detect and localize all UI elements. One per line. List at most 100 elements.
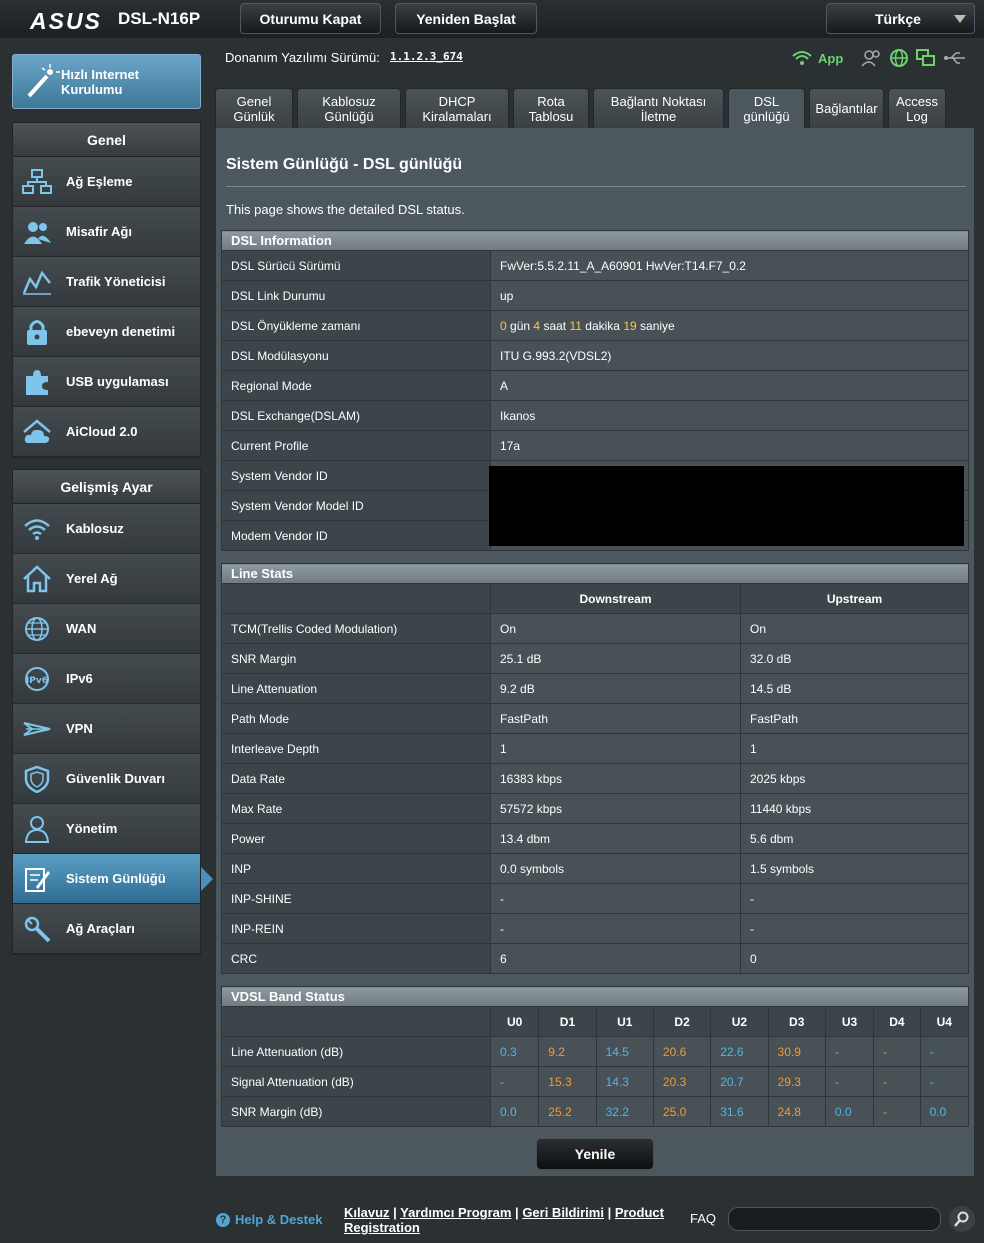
tab-wireless-log[interactable]: Kablosuz Günlüğü	[297, 88, 401, 128]
question-icon: ?	[216, 1212, 230, 1227]
sidebar-item-parental-control[interactable]: ebeveyn denetimi	[13, 307, 200, 357]
tab-dhcp-leases[interactable]: DHCP Kiralamaları	[405, 88, 509, 128]
row-value: A	[490, 370, 969, 401]
uptime-hours-unit: saat	[543, 318, 567, 333]
sidebar-item-wan[interactable]: WAN	[13, 604, 200, 654]
column-header-downstream: Downstream	[490, 583, 741, 614]
feedback-link[interactable]: Geri Bildirimi	[522, 1205, 604, 1220]
sidebar-item-network-tools[interactable]: Ağ Araçları	[13, 904, 200, 954]
sidebar-item-label: Sistem Günlüğü	[66, 871, 166, 886]
tab-general-log[interactable]: Genel Günlük	[215, 88, 293, 128]
row-value: ITU G.993.2(VDSL2)	[490, 340, 969, 371]
admin-icon	[22, 814, 52, 844]
table-row: CRC 6 0	[221, 943, 970, 974]
ipv6-icon: IPv6	[22, 664, 52, 694]
tab-label: Access Log	[896, 93, 938, 124]
row-value-up: -	[739, 913, 970, 944]
column-header-upstream: Upstream	[739, 583, 970, 614]
page-description: This page shows the detailed DSL status.	[226, 202, 465, 217]
row-value: FwVer:5.5.2.11_A_A60901 HwVer:T14.F7_0.2	[490, 250, 969, 281]
row-key: DSL Sürücü Sürümü	[221, 250, 491, 281]
manual-link[interactable]: Kılavuz	[344, 1205, 390, 1220]
row-key: Current Profile	[221, 430, 491, 461]
row-value-down: 0.0 symbols	[490, 853, 741, 884]
tab-routing-table[interactable]: Rota Tablosu	[513, 88, 589, 128]
sidebar-item-aicloud[interactable]: AiCloud 2.0	[13, 407, 200, 457]
row-value-down: 16383 kbps	[490, 763, 741, 794]
band-value-d2: 20.3	[652, 1066, 712, 1097]
tab-label: Bağlantılar	[815, 101, 878, 116]
puzzle-icon	[22, 367, 52, 397]
band-value-d2: 25.0	[652, 1096, 712, 1127]
app-link[interactable]: App	[818, 51, 843, 66]
band-header-u1: U1	[595, 1006, 654, 1037]
tab-access-log[interactable]: Access Log	[888, 88, 946, 128]
sidebar-item-label: Ağ Araçları	[66, 921, 135, 936]
row-value-up: 1.5 symbols	[739, 853, 970, 884]
internet-globe-icon[interactable]	[889, 48, 909, 68]
sidebar-item-label: VPN	[66, 721, 93, 736]
tab-label: Bağlantı Noktası İletme	[610, 93, 707, 124]
band-value-d1: 15.3	[538, 1066, 597, 1097]
title-divider	[226, 186, 966, 187]
table-header-row: Downstream Upstream	[221, 583, 970, 614]
refresh-button[interactable]: Yenile	[536, 1138, 654, 1170]
uptime-hours: 4	[533, 318, 541, 333]
help-support-label: ? Help & Destek	[216, 1212, 322, 1227]
table-row: Regional Mode A	[221, 370, 969, 401]
row-key: DSL Önyükleme zamanı	[221, 310, 491, 341]
wifi-icon[interactable]	[792, 50, 812, 66]
firmware-version-link[interactable]: 1.1.2.3_674	[390, 50, 463, 63]
sidebar-item-guest-network[interactable]: Misafir Ağı	[13, 207, 200, 257]
sidebar-item-vpn[interactable]: VPN	[13, 704, 200, 754]
band-header-u0: U0	[489, 1006, 540, 1037]
page-title: Sistem Günlüğü - DSL günlüğü	[226, 156, 463, 173]
sidebar-item-system-log[interactable]: Sistem Günlüğü	[13, 854, 213, 904]
language-select[interactable]: Türkçe	[826, 3, 975, 34]
chevron-down-icon	[954, 15, 966, 23]
sidebar-item-label: Misafir Ağı	[66, 224, 132, 239]
row-value-down: FastPath	[490, 703, 741, 734]
sidebar-item-wireless[interactable]: Kablosuz	[13, 504, 200, 554]
row-value: 17a	[490, 430, 969, 461]
empty-header	[221, 1006, 491, 1037]
row-key: System Vendor ID	[221, 460, 491, 491]
tab-dsl-log[interactable]: DSL günlüğü	[728, 88, 805, 128]
sidebar-item-lan[interactable]: Yerel Ağ	[13, 554, 200, 604]
redaction-box	[489, 466, 964, 546]
reboot-button[interactable]: Yeniden Başlat	[395, 3, 537, 34]
usb-icon[interactable]	[943, 50, 967, 66]
search-icon	[954, 1211, 969, 1227]
row-key: SNR Margin	[221, 643, 491, 674]
menu-head-advanced: Gelişmiş Ayar	[13, 470, 200, 504]
sidebar-item-usb-application[interactable]: USB uygulaması	[13, 357, 200, 407]
utility-link[interactable]: Yardımcı Program	[400, 1205, 511, 1220]
row-value-down: 1	[490, 733, 741, 764]
menu-head-general: Genel	[13, 123, 200, 157]
sidebar-item-administration[interactable]: Yönetim	[13, 804, 200, 854]
tab-label: DHCP Kiralamaları	[422, 93, 492, 124]
logout-button[interactable]: Oturumu Kapat	[240, 3, 381, 34]
table-row: Data Rate 16383 kbps 2025 kbps	[221, 763, 970, 794]
sidebar-item-traffic-manager[interactable]: Trafik Yöneticisi	[13, 257, 200, 307]
quick-internet-setup-button[interactable]: Hızlı Internet Kurulumu	[12, 54, 201, 109]
row-key: Interleave Depth	[221, 733, 491, 764]
row-value-down: 57572 kbps	[490, 793, 741, 824]
clients-icon[interactable]	[861, 49, 883, 67]
tab-connections[interactable]: Bağlantılar	[809, 88, 884, 128]
sidebar-item-firewall[interactable]: Güvenlik Duvarı	[13, 754, 200, 804]
sidebar-item-label: Kablosuz	[66, 521, 124, 536]
row-key: DSL Exchange(DSLAM)	[221, 400, 491, 431]
band-value-d3: 29.3	[767, 1066, 826, 1097]
sidebar-item-label: Ağ Eşleme	[66, 174, 133, 189]
faq-search-input[interactable]	[728, 1207, 941, 1231]
faq-search-button[interactable]	[949, 1206, 975, 1232]
row-value-up: -	[739, 883, 970, 914]
row-value-up: 2025 kbps	[739, 763, 970, 794]
sidebar-item-network-map[interactable]: Ağ Eşleme	[13, 157, 200, 207]
table-row: Path Mode FastPath FastPath	[221, 703, 970, 734]
wan-status-icon[interactable]	[915, 48, 937, 68]
sidebar-item-ipv6[interactable]: IPv6 IPv6	[13, 654, 200, 704]
tab-port-forwarding[interactable]: Bağlantı Noktası İletme	[593, 88, 724, 128]
row-value: up	[490, 280, 969, 311]
